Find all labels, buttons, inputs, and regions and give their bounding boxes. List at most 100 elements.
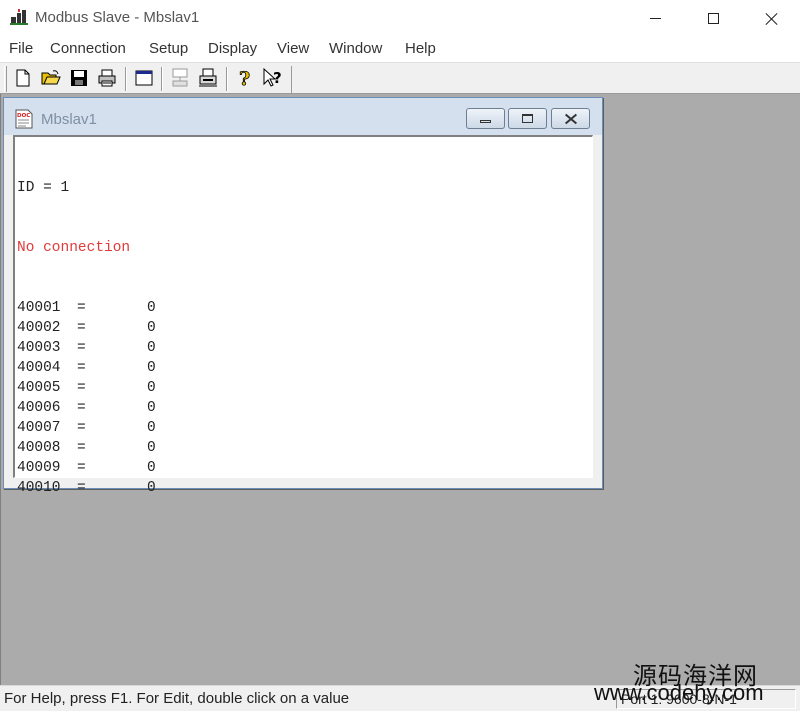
register-equals: = [77, 320, 86, 336]
register-address: 40009 [17, 460, 61, 476]
toolbar-separator [161, 67, 163, 91]
window-icon [135, 70, 153, 86]
register-list: ID = 1 No connection 40001 = 0 40002 = 0 40003… [17, 138, 156, 538]
window-button[interactable] [133, 67, 155, 89]
register-value[interactable]: 0 [147, 458, 156, 478]
register-value[interactable]: 0 [147, 418, 156, 438]
register-row[interactable]: 40007 = 0 [17, 418, 156, 438]
svg-text:?: ? [273, 69, 282, 87]
menu-setup[interactable]: Setup [149, 40, 188, 57]
register-address: 40005 [17, 380, 61, 396]
document-icon: DOC [15, 109, 33, 129]
slave-id-line: ID = 1 [17, 180, 70, 196]
toolbar: ? ? [0, 62, 800, 94]
toolbar-grip[interactable] [4, 66, 7, 92]
register-row[interactable]: 40002 = 0 [17, 318, 156, 338]
watermark-url: www.codehy.com [594, 680, 764, 705]
register-value[interactable]: 0 [147, 298, 156, 318]
register-address: 40007 [17, 420, 61, 436]
register-row[interactable]: 40008 = 0 [17, 438, 156, 458]
minimize-icon [649, 17, 661, 19]
register-address: 40010 [17, 480, 61, 496]
toolbar-end [291, 66, 292, 93]
menu-help[interactable]: Help [405, 40, 436, 57]
print-button[interactable] [96, 67, 118, 89]
printer-icon [98, 69, 116, 87]
close-button[interactable] [742, 0, 800, 36]
menu-window[interactable]: Window [329, 40, 382, 57]
register-value[interactable]: 0 [147, 438, 156, 458]
register-value[interactable]: 0 [147, 478, 156, 498]
menu-bar: File Connection Setup Display View Windo… [0, 38, 800, 62]
child-minimize-button[interactable] [466, 108, 505, 129]
restore-icon [522, 114, 533, 123]
register-address: 40002 [17, 320, 61, 336]
help-icon: ? [239, 68, 251, 88]
register-value[interactable]: 0 [147, 338, 156, 358]
context-help-button[interactable]: ? [262, 67, 284, 89]
maximize-button[interactable] [684, 0, 742, 36]
status-help-text: For Help, press F1. For Edit, double cli… [4, 690, 350, 707]
child-window-mbslav1[interactable]: DOC Mbslav1 ID = 1 No connection 40001 = 0… [3, 97, 603, 496]
register-address: 40004 [17, 360, 61, 376]
register-equals: = [77, 340, 86, 356]
register-row[interactable]: 40004 = 0 [17, 358, 156, 378]
register-row[interactable]: 40009 = 0 [17, 458, 156, 478]
register-equals: = [77, 420, 86, 436]
app-icon [10, 9, 28, 25]
maximize-icon [707, 12, 719, 24]
register-address: 40001 [17, 300, 61, 316]
register-equals: = [77, 480, 86, 496]
register-value[interactable]: 0 [147, 358, 156, 378]
register-row[interactable]: 40010 = 0 [17, 478, 156, 498]
about-button[interactable]: ? [234, 67, 256, 89]
menu-display[interactable]: Display [208, 40, 257, 57]
register-address: 40008 [17, 440, 61, 456]
register-equals: = [77, 400, 86, 416]
toolbar-separator [125, 67, 127, 91]
register-equals: = [77, 300, 86, 316]
minimize-button[interactable] [626, 0, 684, 36]
register-value[interactable]: 0 [147, 378, 156, 398]
register-address: 40006 [17, 400, 61, 416]
window-title: Modbus Slave - Mbslav1 [35, 9, 200, 26]
menu-connection[interactable]: Connection [50, 40, 126, 57]
child-window-title: Mbslav1 [41, 111, 97, 128]
disconnect-icon [199, 68, 217, 87]
svg-text:?: ? [239, 68, 250, 88]
connect-button[interactable] [169, 67, 191, 89]
child-title-bar[interactable]: DOC Mbslav1 [4, 98, 602, 135]
svg-text:DOC: DOC [17, 113, 30, 119]
menu-view[interactable]: View [277, 40, 309, 57]
minimize-icon [480, 120, 491, 123]
register-view[interactable]: ID = 1 No connection 40001 = 0 40002 = 0 40003… [13, 135, 593, 496]
register-row[interactable]: 40001 = 0 [17, 298, 156, 318]
register-equals: = [77, 440, 86, 456]
title-bar: Modbus Slave - Mbslav1 [0, 0, 800, 36]
register-equals: = [77, 380, 86, 396]
child-close-button[interactable] [551, 108, 590, 129]
save-disk-icon [71, 70, 87, 86]
register-row[interactable]: 40005 = 0 [17, 378, 156, 398]
save-button[interactable] [68, 67, 90, 89]
menu-file[interactable]: File [9, 40, 33, 57]
child-restore-button[interactable] [508, 108, 547, 129]
register-row[interactable]: 40003 = 0 [17, 338, 156, 358]
register-equals: = [77, 360, 86, 376]
new-button[interactable] [12, 67, 34, 89]
open-folder-icon [41, 70, 61, 85]
open-button[interactable] [40, 67, 62, 89]
connect-icon [172, 68, 188, 87]
register-row[interactable]: 40006 = 0 [17, 398, 156, 418]
new-document-icon [16, 69, 30, 87]
close-icon [765, 12, 778, 25]
disconnect-button[interactable] [197, 67, 219, 89]
register-value[interactable]: 0 [147, 398, 156, 418]
connection-status: No connection [17, 240, 131, 256]
register-value[interactable]: 0 [147, 318, 156, 338]
register-address: 40003 [17, 340, 61, 356]
register-equals: = [77, 460, 86, 476]
close-icon [565, 114, 577, 124]
toolbar-separator [226, 67, 228, 91]
register-rows: 40001 = 0 40002 = 0 40003 = 0 40004 = 0 40005 = 0 40006… [17, 298, 156, 498]
